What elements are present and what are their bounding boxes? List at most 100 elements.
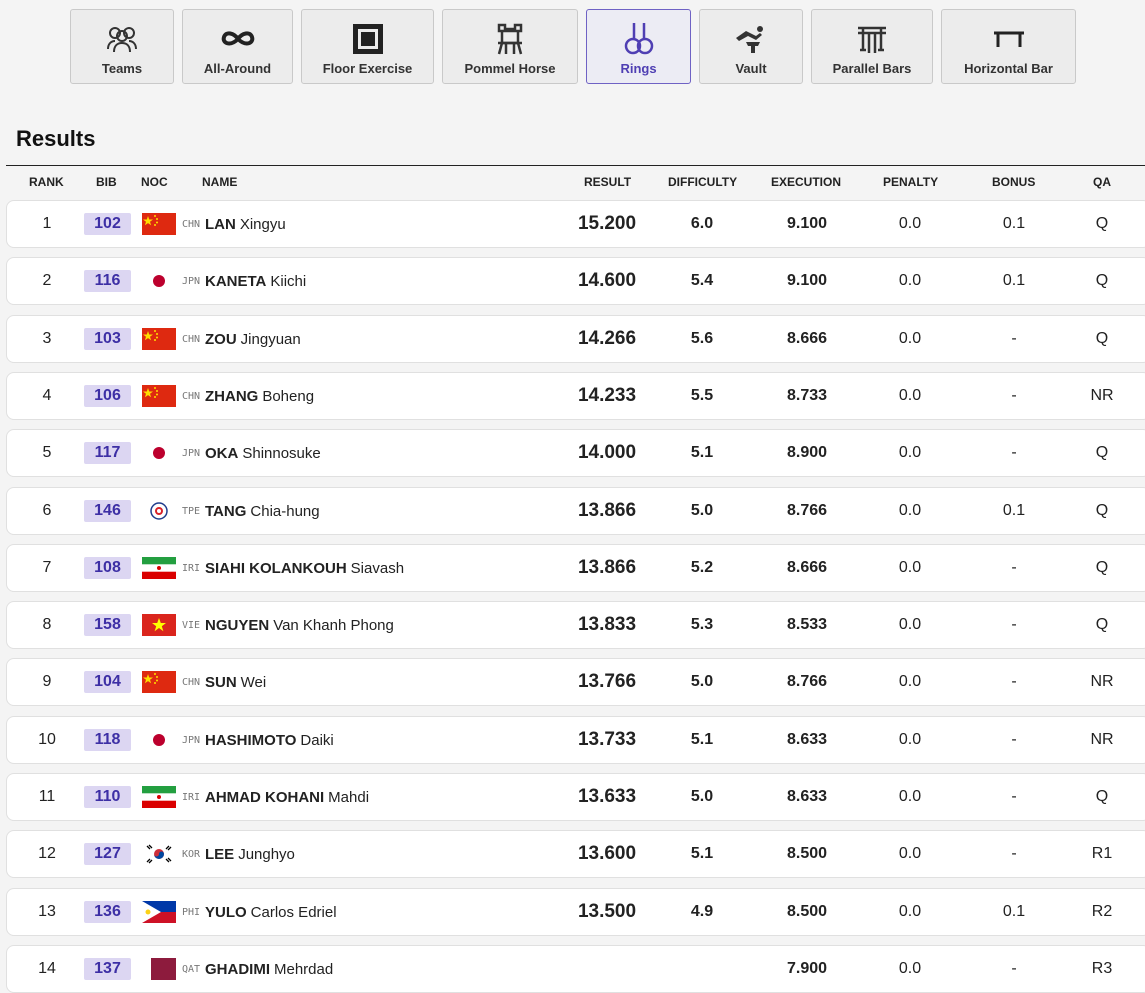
qualification-status: Q [1095, 330, 1109, 347]
table-row[interactable]: 14 137 QAT GHADIMI Mehrdad 7.900 0.0 - R3 [6, 945, 1145, 993]
flag-icon [142, 671, 176, 693]
penalty-score: 0.0 [898, 673, 922, 690]
athlete-name[interactable]: ZOU Jingyuan [205, 316, 565, 362]
noc-code: CHN [182, 333, 201, 345]
noc-code: CHN [182, 390, 201, 402]
noc-code: IRI [182, 562, 201, 574]
rank: 14 [38, 960, 56, 977]
tab-rings[interactable]: Rings [586, 9, 691, 84]
table-row[interactable]: 8 158 VIE NGUYEN Van Khanh Phong 13.833 5.3 8.5… [6, 601, 1145, 649]
result-score: 14.233 [577, 385, 637, 406]
qualification-status: Q [1095, 502, 1109, 519]
penalty-score: 0.0 [898, 502, 922, 519]
athlete-name[interactable]: SUN Wei [205, 659, 565, 705]
rank: 2 [42, 272, 52, 289]
bib-number: 102 [84, 213, 131, 235]
bib-number: 110 [84, 786, 131, 808]
first-name: Junghyo [238, 845, 295, 863]
difficulty-score: 5.0 [690, 502, 714, 519]
floor-icon [348, 19, 388, 59]
noc-code: JPN [182, 734, 201, 746]
tab-vault[interactable]: Vault [699, 9, 803, 84]
table-row[interactable]: 5 117 JPN OKA Shinnosuke 14.000 5.1 8.900 0.0 - Q [6, 429, 1145, 477]
table-row[interactable]: 2 116 JPN KANETA Kiichi 14.600 5.4 9.100 0.0 0.1 Q [6, 257, 1145, 305]
tab-teams[interactable]: Teams [70, 9, 174, 84]
bib-number: 127 [84, 843, 131, 865]
athlete-name[interactable]: HASHIMOTO Daiki [205, 717, 565, 763]
athlete-name[interactable]: GHADIMI Mehrdad [205, 946, 565, 992]
athlete-name[interactable]: ZHANG Boheng [205, 373, 565, 419]
flag-icon [142, 328, 176, 350]
qualification-status: NR [1090, 731, 1114, 748]
execution-score: 8.766 [786, 502, 828, 519]
bib-number: 136 [84, 901, 131, 923]
athlete-name[interactable]: KANETA Kiichi [205, 258, 565, 304]
flag-icon [142, 385, 176, 407]
table-row[interactable]: 9 104 CHN SUN Wei 13.766 5.0 8.766 0.0 - NR [6, 658, 1145, 706]
bib-number: 118 [84, 729, 131, 751]
last-name: ZHANG [205, 387, 259, 405]
bib-number: 104 [84, 671, 131, 693]
table-row[interactable]: 1 102 CHN LAN Xingyu 15.200 6.0 9.100 0.0 0.1 Q [6, 200, 1145, 248]
penalty-score: 0.0 [898, 731, 922, 748]
last-name: HASHIMOTO [205, 731, 297, 749]
result-score: 14.000 [577, 442, 637, 463]
col-difficulty: DIFFICULTY [668, 175, 738, 189]
table-row[interactable]: 10 118 JPN HASHIMOTO Daiki 13.733 5.1 8.633 0.0 -… [6, 716, 1145, 764]
table-row[interactable]: 11 110 IRI AHMAD KOHANI Mahdi 13.633 5.0 8.633 0… [6, 773, 1145, 821]
athlete-name[interactable]: LEE Junghyo [205, 831, 565, 877]
tab-all-around[interactable]: All-Around [182, 9, 293, 84]
rank: 6 [42, 502, 52, 519]
table-row[interactable]: 13 136 PHI YULO Carlos Edriel 13.500 4.9 8.500 0… [6, 888, 1145, 936]
qualification-status: R2 [1091, 903, 1113, 920]
teams-icon [102, 19, 142, 59]
tab-floor-exercise[interactable]: Floor Exercise [301, 9, 434, 84]
table-row[interactable]: 7 108 IRI SIAHI KOLANKOUH Siavash 13.866 5.2 8.… [6, 544, 1145, 592]
noc-code: CHN [182, 218, 201, 230]
noc-code: KOR [182, 848, 201, 860]
athlete-name[interactable]: AHMAD KOHANI Mahdi [205, 774, 565, 820]
first-name: Xingyu [239, 215, 286, 233]
athlete-name[interactable]: NGUYEN Van Khanh Phong [205, 602, 565, 648]
flag-icon [142, 729, 176, 751]
table-row[interactable]: 12 127 KOR LEE Junghyo 13.600 5.1 8.500 0.0 - R1 [6, 830, 1145, 878]
qualification-status: Q [1095, 616, 1109, 633]
tab-label: All-Around [203, 61, 272, 76]
tab-label: Floor Exercise [322, 61, 413, 76]
difficulty-score [667, 946, 737, 992]
qualification-status: Q [1095, 559, 1109, 576]
tab-label: Rings [620, 61, 657, 76]
rings-icon [619, 19, 659, 59]
bib-number: 106 [84, 385, 131, 407]
last-name: TANG [205, 502, 247, 520]
tab-horizontal-bar[interactable]: Horizontal Bar [941, 9, 1076, 84]
table-row[interactable]: 4 106 CHN ZHANG Boheng 14.233 5.5 8.733 0.0 - NR [6, 372, 1145, 420]
qualification-status: Q [1095, 444, 1109, 461]
table-row[interactable]: 6 146 TPE TANG Chia-hung 13.866 5.0 8.766 0.0 0.1… [6, 487, 1145, 535]
col-name: NAME [202, 175, 238, 189]
table-row[interactable]: 3 103 CHN ZOU Jingyuan 14.266 5.6 8.666 0.0 - Q [6, 315, 1145, 363]
difficulty-score: 6.0 [690, 215, 714, 232]
penalty-score: 0.0 [898, 788, 922, 805]
execution-score: 8.733 [786, 387, 828, 404]
first-name: Carlos Edriel [250, 903, 337, 921]
athlete-name[interactable]: TANG Chia-hung [205, 488, 565, 534]
tab-parallel-bars[interactable]: Parallel Bars [811, 9, 933, 84]
athlete-name[interactable]: LAN Xingyu [205, 201, 565, 247]
flag-icon [142, 958, 176, 980]
athlete-name[interactable]: YULO Carlos Edriel [205, 889, 565, 935]
result-score: 14.600 [577, 270, 637, 291]
tab-label: Teams [101, 61, 143, 76]
result-score: 13.600 [577, 843, 637, 864]
athlete-name[interactable]: OKA Shinnosuke [205, 430, 565, 476]
penalty-score: 0.0 [898, 387, 922, 404]
rank: 1 [42, 215, 52, 232]
tab-pommel-horse[interactable]: Pommel Horse [442, 9, 578, 84]
flag-icon [142, 557, 176, 579]
athlete-name[interactable]: SIAHI KOLANKOUH Siavash [205, 545, 565, 591]
last-name: OKA [205, 444, 239, 462]
rank: 12 [38, 845, 56, 862]
first-name: Van Khanh Phong [273, 616, 394, 634]
difficulty-score: 4.9 [690, 903, 714, 920]
result-score: 14.266 [577, 328, 637, 349]
